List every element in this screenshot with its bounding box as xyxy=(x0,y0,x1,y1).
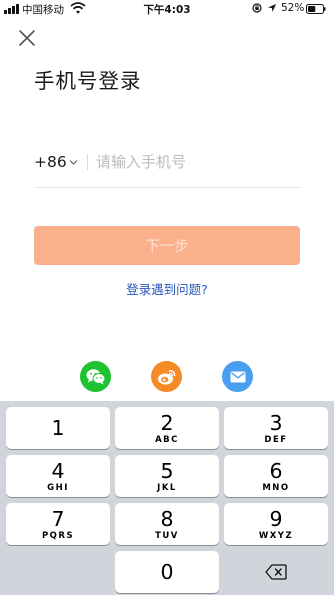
key-letters: WXYZ xyxy=(258,531,294,541)
login-help-link[interactable]: 登录遇到问题? xyxy=(0,279,334,298)
location-icon xyxy=(268,4,276,12)
input-underline xyxy=(34,187,300,188)
key-digit: 1 xyxy=(51,416,65,440)
key-digit: 3 xyxy=(269,411,283,435)
status-bar: 中国移动 下午4:03 52% xyxy=(0,0,334,18)
key-letters: DEF xyxy=(264,435,288,445)
key-3[interactable]: 3 DEF xyxy=(224,407,328,449)
key-digit: 0 xyxy=(160,560,174,584)
key-digit: 9 xyxy=(269,507,283,531)
wechat-icon xyxy=(86,369,105,385)
numeric-keyboard: 1 2 ABC 3 DEF 4 GHI 5 JKL 6 MNO 7 PQRS 8… xyxy=(0,401,334,595)
next-button[interactable]: 下一步 xyxy=(34,226,300,265)
key-letters: JKL xyxy=(157,483,177,493)
key-digit: 4 xyxy=(51,459,65,483)
mail-icon xyxy=(230,371,245,382)
orientation-lock-icon xyxy=(252,3,262,13)
phone-number-input[interactable] xyxy=(96,150,296,174)
key-letters: MNO xyxy=(262,483,290,493)
battery-percent: 52% xyxy=(281,2,305,14)
key-letters: GHI xyxy=(47,483,69,493)
key-4[interactable]: 4 GHI xyxy=(6,455,110,497)
key-letters: ABC xyxy=(155,435,179,445)
weibo-login-button[interactable] xyxy=(151,361,182,392)
battery-icon xyxy=(306,4,326,14)
key-digit: 5 xyxy=(160,459,174,483)
key-letters: PQRS xyxy=(41,531,75,541)
key-digit: 8 xyxy=(160,507,174,531)
country-code-select[interactable]: +86 xyxy=(34,153,67,171)
key-9[interactable]: 9 WXYZ xyxy=(224,503,328,545)
close-icon[interactable] xyxy=(17,28,37,48)
delete-key[interactable] xyxy=(224,551,328,593)
key-digit: 2 xyxy=(160,411,174,435)
chevron-down-icon[interactable] xyxy=(69,158,78,167)
mail-login-button[interactable] xyxy=(222,361,253,392)
weibo-icon xyxy=(157,369,175,384)
key-2[interactable]: 2 ABC xyxy=(115,407,219,449)
key-7[interactable]: 7 PQRS xyxy=(6,503,110,545)
key-0[interactable]: 0 xyxy=(115,551,219,593)
key-6[interactable]: 6 MNO xyxy=(224,455,328,497)
field-divider xyxy=(87,154,88,170)
backspace-icon xyxy=(265,564,287,580)
key-digit: 7 xyxy=(51,507,65,531)
key-8[interactable]: 8 TUV xyxy=(115,503,219,545)
wechat-login-button[interactable] xyxy=(80,361,111,392)
key-digit: 6 xyxy=(269,459,283,483)
key-5[interactable]: 5 JKL xyxy=(115,455,219,497)
key-letters: TUV xyxy=(155,531,179,541)
page-title: 手机号登录 xyxy=(34,69,142,93)
key-1[interactable]: 1 xyxy=(6,407,110,449)
